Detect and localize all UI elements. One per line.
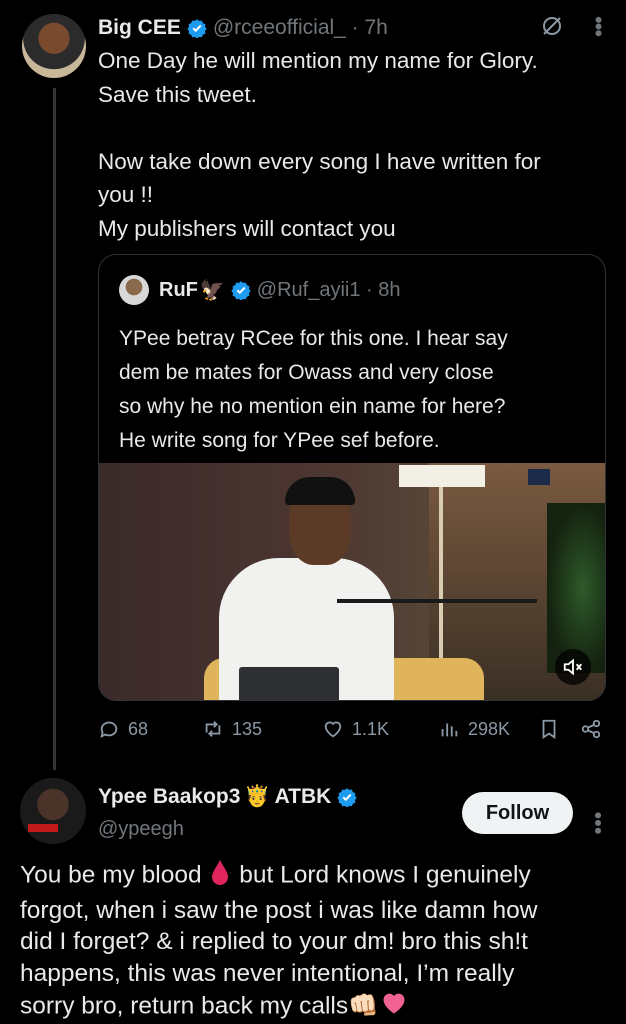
like-icon — [324, 721, 342, 738]
repost-count: 135 — [232, 718, 263, 739]
action-bar: 68 135 1.1K 298K — [98, 712, 608, 748]
tweet-text: One Day he will mention my name for Glor… — [98, 48, 541, 241]
tweet-main: Big CEE @rceeofficial_ · 7h ••• One Day … — [98, 12, 611, 245]
repost-button[interactable]: 135 — [202, 718, 262, 740]
author-name[interactable]: Big CEE — [98, 16, 181, 40]
grok-icon[interactable] — [540, 14, 564, 38]
more-icon[interactable]: ••• — [586, 16, 611, 36]
avatar[interactable] — [22, 14, 86, 78]
views-icon — [441, 723, 458, 737]
author-name-suffix[interactable]: ATBK — [275, 785, 332, 809]
blood-drop-emoji — [208, 858, 232, 895]
quote-header: RuF 🦅 @Ruf_ayii1 · 8h — [119, 275, 401, 305]
reply-button[interactable]: 68 — [98, 718, 148, 740]
bookmark-icon — [542, 719, 556, 739]
author-name[interactable]: Ypee Baakop3 — [98, 785, 240, 809]
video-lamp — [439, 487, 443, 687]
author-handle[interactable]: @rceeofficial_ · 7h — [213, 16, 388, 40]
video-tablet — [239, 667, 339, 700]
video-plant — [547, 503, 605, 673]
reply-icon — [100, 721, 118, 739]
views-count: 298K — [468, 718, 511, 739]
like-button[interactable]: 1.1K — [322, 718, 389, 740]
eagle-emoji: 🦅 — [199, 279, 225, 302]
author-handle[interactable]: @ypeegh — [98, 818, 184, 841]
avatar-tag — [28, 824, 58, 832]
tweet-header: Big CEE @rceeofficial_ · 7h ••• — [98, 12, 611, 44]
fist-bump-emoji: 👊🏻 — [348, 992, 379, 1020]
verified-badge-icon — [187, 19, 207, 38]
verified-badge-icon — [337, 788, 357, 807]
video-mic — [337, 599, 537, 603]
thread-line — [53, 88, 56, 770]
quote-author-name: RuF — [159, 278, 198, 301]
like-count: 1.1K — [352, 718, 390, 739]
views-button[interactable]: 298K — [438, 718, 510, 740]
quote-avatar — [119, 275, 149, 305]
reply-count: 68 — [128, 718, 149, 739]
video-person-cap — [285, 477, 355, 505]
more-icon[interactable]: ••• — [585, 811, 611, 834]
quote-author-handle: @Ruf_ayii1 · 8h — [256, 278, 401, 301]
follow-button[interactable]: Follow — [462, 792, 573, 834]
bookmark-button[interactable] — [538, 718, 560, 740]
quoted-tweet[interactable]: RuF 🦅 @Ruf_ayii1 · 8h YPee betray RCee f… — [98, 254, 606, 701]
crown-emoji: 🤴 — [244, 785, 271, 808]
heart-emoji — [379, 989, 409, 1024]
avatar[interactable] — [20, 778, 86, 844]
sound-icon[interactable] — [555, 649, 591, 685]
share-button[interactable] — [580, 718, 602, 740]
reply-text-a: You be my blood — [20, 861, 209, 889]
share-icon — [581, 719, 601, 739]
quote-text: YPee betray RCee for this one. I hear sa… — [119, 327, 508, 452]
quote-video[interactable] — [99, 463, 605, 700]
verified-badge-icon — [231, 281, 251, 300]
repost-icon — [205, 721, 221, 737]
video-logo — [528, 469, 550, 485]
video-lamp-shade — [399, 465, 485, 487]
reply-text: You be my blood but Lord knows I genuine… — [20, 858, 616, 1024]
